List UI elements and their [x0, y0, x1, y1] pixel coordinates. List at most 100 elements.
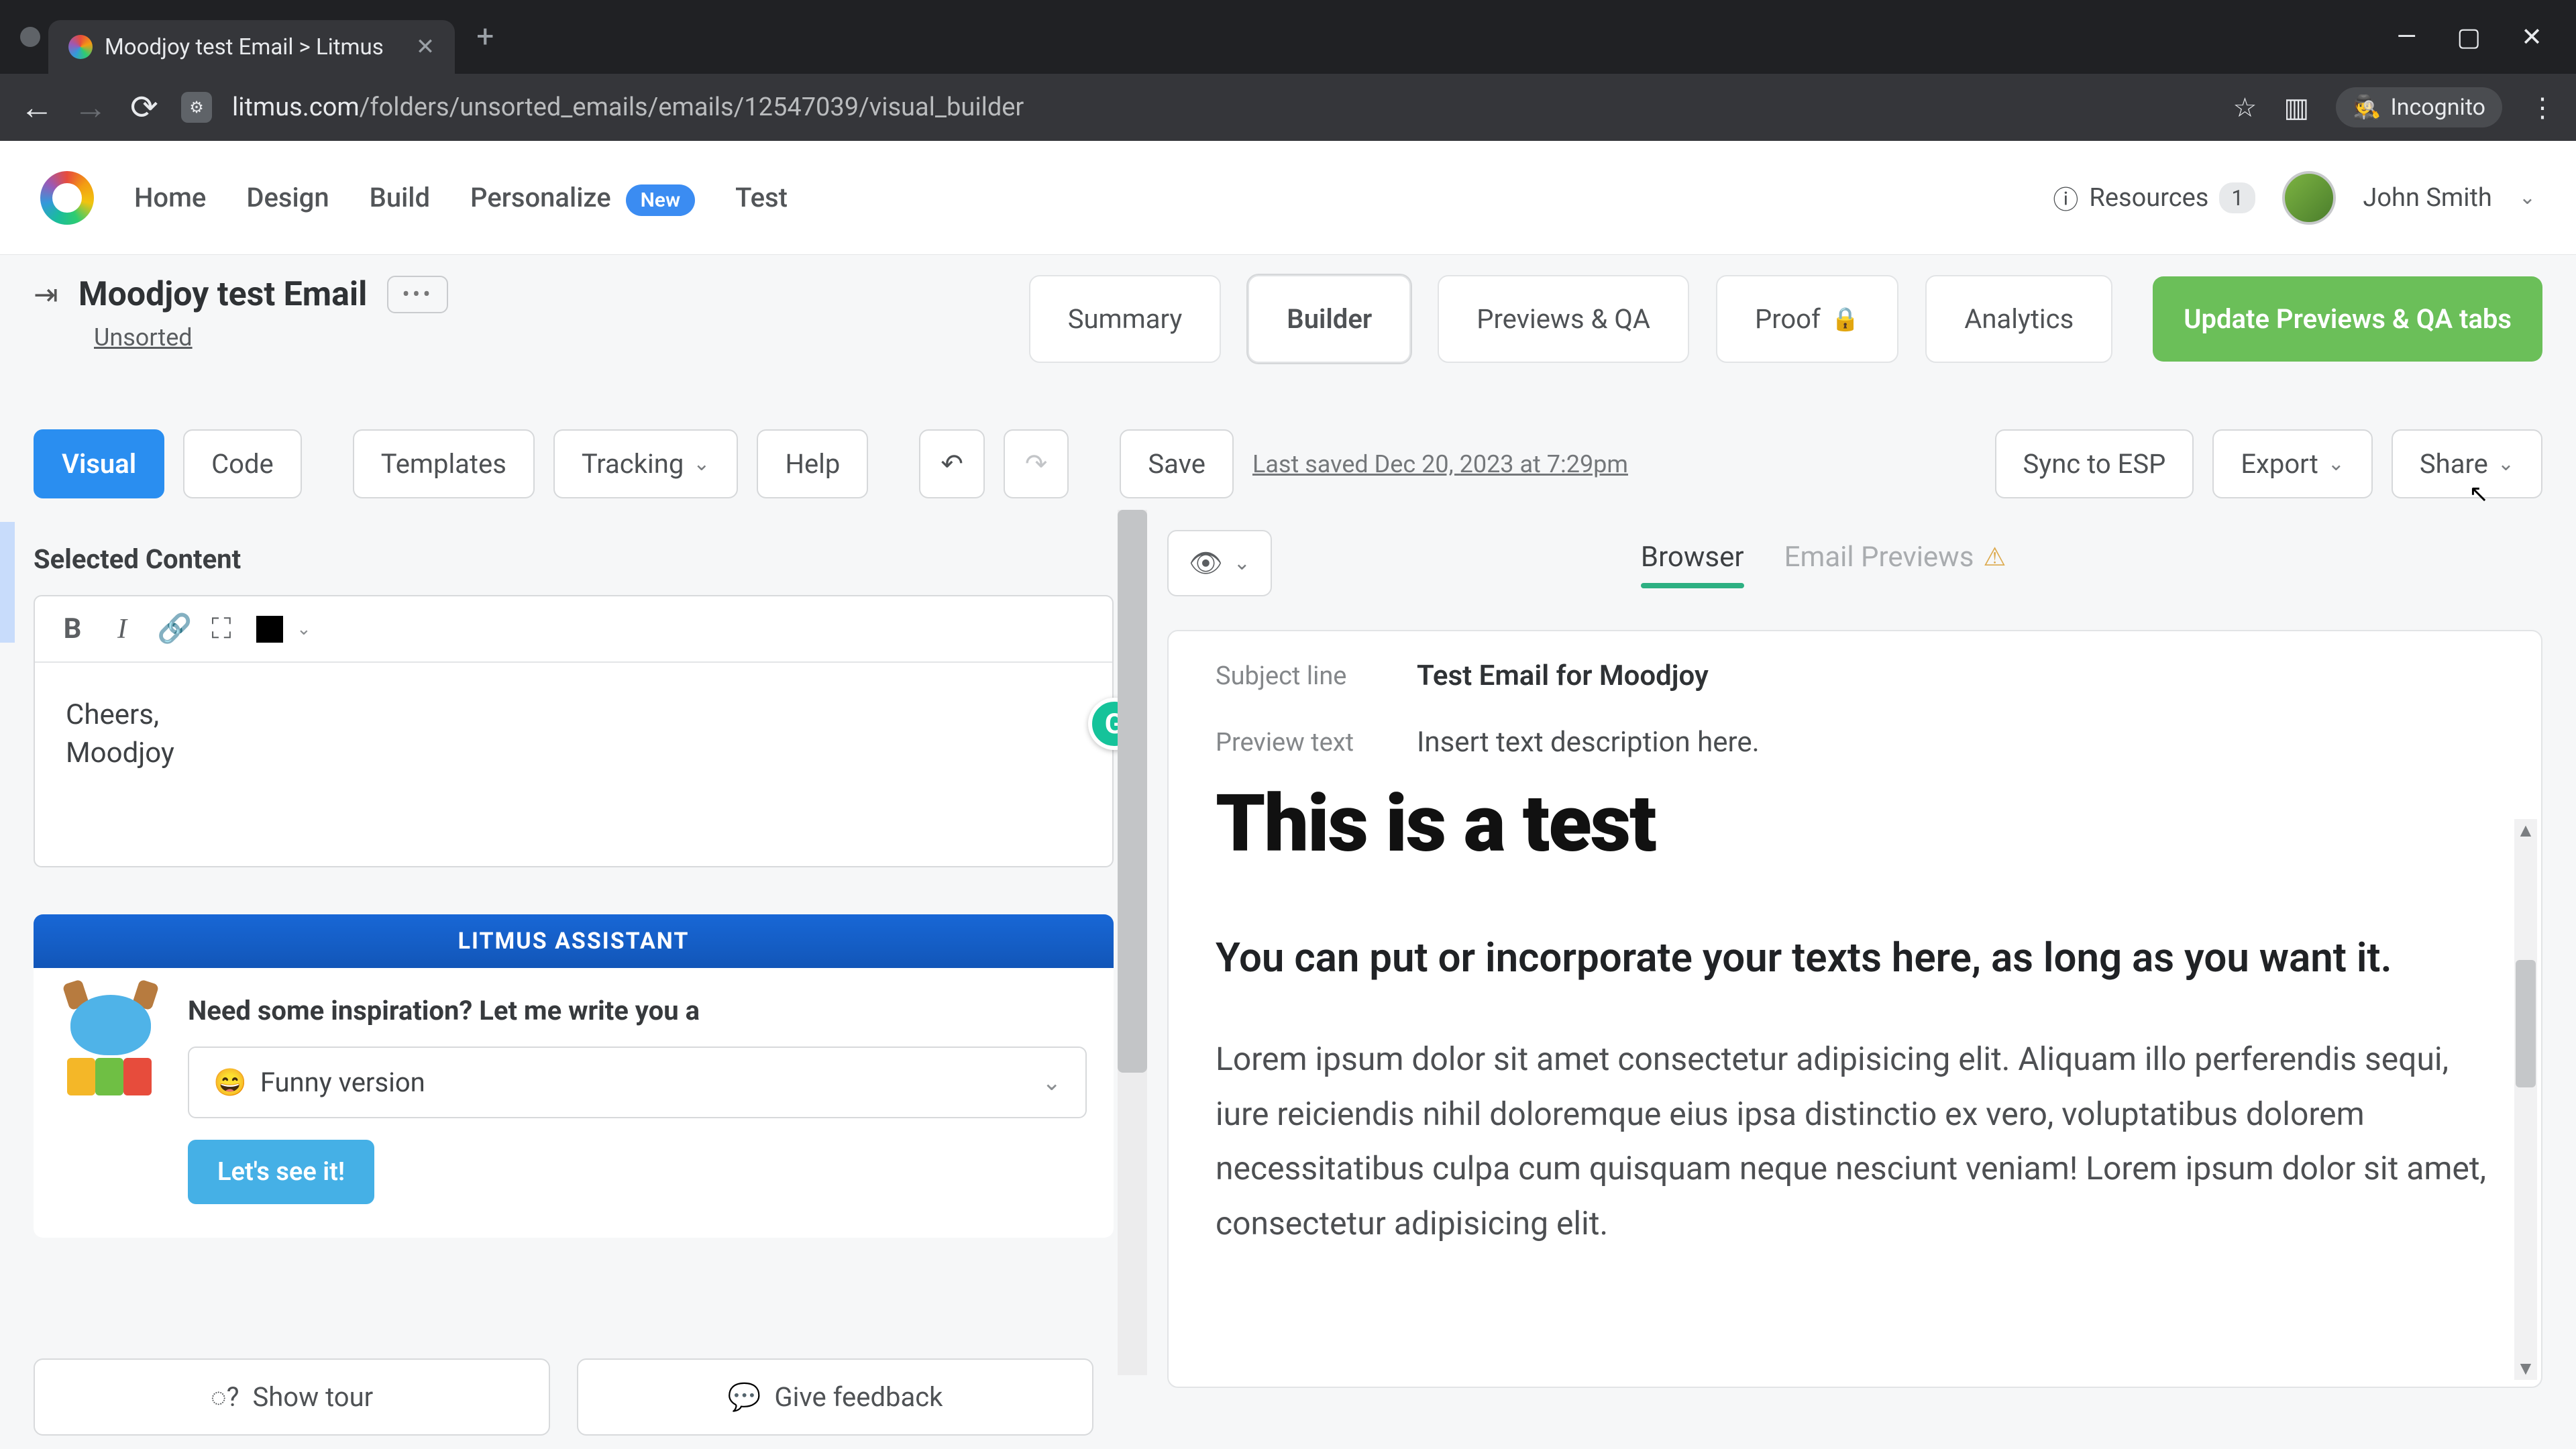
browser-tab[interactable]: Moodjoy test Email > Litmus ✕ [48, 20, 455, 74]
assistant-prompt: Need some inspiration? Let me write you … [188, 995, 1087, 1026]
scroll-up-icon[interactable]: ▲ [2514, 819, 2537, 842]
tracking-button[interactable]: Tracking ⌄ [553, 429, 739, 498]
italic-button[interactable]: I [107, 613, 137, 645]
chevron-down-icon: ⌄ [1042, 1069, 1062, 1096]
nav-test[interactable]: Test [735, 182, 788, 213]
tab-builder[interactable]: Builder [1248, 275, 1411, 363]
redo-button[interactable]: ↷ [1004, 429, 1069, 498]
last-saved-text[interactable]: Last saved Dec 20, 2023 at 7:29pm [1252, 450, 1628, 478]
templates-button[interactable]: Templates [353, 429, 535, 498]
assistant-mascot-icon [60, 995, 161, 1095]
variant-select[interactable]: 😄 Funny version ⌄ [188, 1046, 1087, 1118]
url-field[interactable]: litmus.com/folders/unsorted_emails/email… [232, 93, 2212, 122]
variant-label: Funny version [260, 1067, 425, 1098]
preview-tab-browser[interactable]: Browser [1641, 541, 1744, 586]
new-badge: New [626, 184, 696, 216]
scroll-down-icon[interactable]: ▼ [2514, 1357, 2537, 1380]
update-previews-button[interactable]: Update Previews & QA tabs [2153, 276, 2542, 362]
reader-icon[interactable]: ▥ [2284, 92, 2309, 123]
tab-title: Moodjoy test Email > Litmus [105, 34, 384, 60]
save-button[interactable]: Save [1120, 429, 1234, 498]
chat-icon: 💬 [728, 1381, 761, 1413]
preview-scrollbar[interactable]: ▲ ▼ [2514, 819, 2537, 1380]
code-mode-button[interactable]: Code [183, 429, 302, 498]
tab-search-button[interactable] [20, 27, 40, 47]
chevron-down-icon: ⌄ [2328, 452, 2345, 476]
tab-analytics[interactable]: Analytics [1925, 275, 2112, 363]
browser-menu-icon[interactable]: ⋮ [2529, 92, 2556, 123]
sync-esp-button[interactable]: Sync to ESP [1995, 429, 2194, 498]
back-button[interactable]: ← [20, 88, 54, 127]
subheader: ⇥ Moodjoy test Email ••• Unsorted Summar… [0, 275, 2576, 363]
export-button[interactable]: Export ⌄ [2212, 429, 2373, 498]
site-info-icon[interactable]: ⚙ [181, 92, 212, 123]
forward-button[interactable]: → [74, 88, 107, 127]
help-button[interactable]: Help [757, 429, 868, 498]
visual-mode-button[interactable]: Visual [34, 429, 164, 498]
editor-textarea[interactable]: Cheers, Moodjoy [35, 663, 1112, 866]
favicon-icon [68, 35, 93, 59]
warning-icon: ⚠ [1983, 542, 2006, 572]
nav-design[interactable]: Design [246, 182, 329, 213]
minimize-icon[interactable]: — [2397, 22, 2417, 52]
left-scrollbar[interactable] [1118, 510, 1147, 1375]
incognito-icon: 🕵 [2353, 94, 2381, 121]
undo-icon: ↶ [941, 448, 963, 480]
reload-button[interactable]: ⟳ [127, 88, 161, 127]
nav-home[interactable]: Home [134, 182, 206, 213]
panes: Selected Content B I 🔗 ⛶ ⌄ Cheers, Moodj… [0, 510, 2576, 1449]
preview-visibility-button[interactable]: 👁 ⌄ [1167, 530, 1272, 596]
bookmark-icon[interactable]: ☆ [2233, 92, 2257, 123]
give-feedback-button[interactable]: 💬 Give feedback [577, 1358, 1093, 1436]
document-title[interactable]: Moodjoy test Email [78, 275, 367, 314]
color-swatch[interactable] [256, 616, 283, 643]
preview-text-value[interactable]: Insert text description here. [1417, 726, 1760, 759]
share-button[interactable]: Share ⌄ [2392, 429, 2542, 498]
incognito-indicator[interactable]: 🕵 Incognito [2336, 87, 2502, 127]
maximize-icon[interactable]: ▢ [2457, 22, 2481, 52]
link-button[interactable]: 🔗 [157, 612, 186, 645]
litmus-logo-icon[interactable] [40, 171, 94, 225]
close-tab-icon[interactable]: ✕ [416, 34, 435, 60]
panel-toggle-icon[interactable]: ⇥ [34, 277, 58, 312]
nav-personalize[interactable]: Personalize New [470, 182, 695, 213]
show-tour-button[interactable]: ◌? Show tour [34, 1358, 550, 1436]
chevron-down-icon: ⌄ [2498, 452, 2514, 476]
nav-right: ⓘ Resources 1 John Smith ⌄ [2053, 171, 2536, 225]
left-scrollbar-thumb[interactable] [1118, 510, 1147, 1073]
tab-summary[interactable]: Summary [1029, 275, 1222, 363]
preview-scrollbar-thumb[interactable] [2516, 960, 2536, 1087]
builder-toolbar: Visual Code Templates Tracking ⌄ Help ↶ … [0, 409, 2576, 519]
resources-button[interactable]: ⓘ Resources 1 [2053, 179, 2255, 216]
tab-previews-qa[interactable]: Previews & QA [1438, 275, 1689, 363]
new-tab-button[interactable]: + [476, 19, 494, 55]
email-subtitle: You can put or incorporate your texts he… [1216, 930, 2494, 985]
browser-chrome: Moodjoy test Email > Litmus ✕ + — ▢ ✕ ← … [0, 0, 2576, 141]
preview-tab-email-previews[interactable]: Email Previews ⚠ [1784, 541, 2006, 586]
folder-link[interactable]: Unsorted [94, 323, 193, 352]
color-chevron-icon[interactable]: ⌄ [297, 619, 311, 639]
undo-button[interactable]: ↶ [919, 429, 985, 498]
document-menu-button[interactable]: ••• [387, 276, 447, 313]
tab-proof[interactable]: Proof 🔒 [1716, 275, 1898, 363]
help-circle-icon: ◌? [211, 1381, 239, 1413]
editor-line: Cheers, [66, 696, 1081, 735]
preview-toolbar: 👁 ⌄ Browser Email Previews ⚠ [1167, 530, 2542, 596]
close-window-icon[interactable]: ✕ [2521, 22, 2542, 52]
lets-see-it-button[interactable]: Let's see it! [188, 1140, 374, 1204]
preview-card: Subject line Test Email for Moodjoy Prev… [1167, 630, 2542, 1388]
app-root: FOCUS MODE Home Design Build Personalize… [0, 141, 2576, 1449]
avatar[interactable] [2282, 171, 2336, 225]
editor-line: Moodjoy [66, 735, 1081, 773]
chevron-down-icon: ⌄ [693, 452, 710, 476]
email-previews-label: Email Previews [1784, 541, 1974, 574]
bold-button[interactable]: B [58, 612, 87, 645]
right-pane: 👁 ⌄ Browser Email Previews ⚠ Subject lin… [1147, 510, 2576, 1449]
unlink-button[interactable]: ⛶ [207, 612, 236, 645]
assistant-body: Need some inspiration? Let me write you … [34, 968, 1114, 1238]
subject-value[interactable]: Test Email for Moodjoy [1417, 659, 1709, 692]
nav-build[interactable]: Build [370, 182, 430, 213]
email-body[interactable]: This is a test You can put or incorporat… [1169, 790, 2541, 1346]
user-menu-chevron-icon[interactable]: ⌄ [2519, 186, 2536, 209]
subject-label: Subject line [1216, 661, 1390, 691]
